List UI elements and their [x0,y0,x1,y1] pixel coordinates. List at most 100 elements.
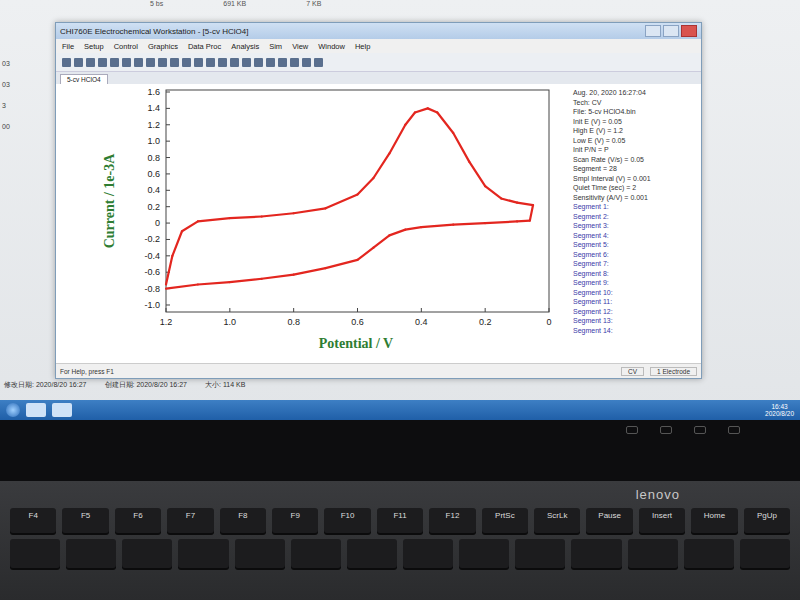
taskbar-app-icon[interactable] [52,403,72,417]
keyboard-key[interactable]: F11 [377,508,423,533]
keyboard-key[interactable]: Pause [586,508,632,533]
close-icon[interactable] [681,25,697,37]
tool-icon[interactable] [266,58,275,67]
tool-icon[interactable] [290,58,299,67]
cv-segment [501,198,517,202]
keyboard-key[interactable]: F10 [324,508,370,533]
document-tab[interactable]: 5-cv HClO4 [60,74,108,84]
info-panel: Aug. 20, 2020 16:27:04Tech: CVFile: 5-cv… [571,84,701,363]
run-timestamp: Aug. 20, 2020 16:27:04 [573,88,699,98]
keyboard-key[interactable] [122,539,172,568]
tool-icon[interactable] [242,58,251,67]
x-tick-label: 0.4 [415,317,428,327]
photo-scene: 5 bs691 KB7 KB0303300CHI760E Electrochem… [0,0,800,600]
keyboard-key[interactable] [235,539,285,568]
keyboard-key[interactable]: PrtSc [482,508,528,533]
menu-item[interactable]: Window [318,42,345,51]
keyboard-key[interactable] [515,539,565,568]
monitor-button-icon[interactable] [626,426,638,434]
keyboard-key[interactable]: F8 [220,508,266,533]
keyboard-key[interactable]: F9 [272,508,318,533]
y-tick-label: 1.2 [147,120,160,130]
keyboard-key[interactable]: Home [691,508,737,533]
cv-segment [453,133,469,162]
monitor-button-icon[interactable] [728,426,740,434]
tool-icon[interactable] [122,58,131,67]
tool-icon[interactable] [254,58,263,67]
segment-line: Segment 2: [573,212,699,222]
toolbar [56,53,701,72]
keyboard-key[interactable] [347,539,397,568]
explorer-item[interactable]: 03 [2,60,10,67]
keyboard-key[interactable]: F12 [429,508,475,533]
keyboard-key[interactable] [178,539,228,568]
menu-item[interactable]: View [292,42,308,51]
x-tick [549,308,550,312]
tool-icon[interactable] [314,58,323,67]
maximize-icon[interactable] [663,25,679,37]
keyboard-key[interactable]: F6 [115,508,161,533]
cv-segment [415,108,428,112]
menu-item[interactable]: Help [355,42,370,51]
keyboard-key[interactable]: F5 [62,508,108,533]
taskbar: 16:432020/8/20 [0,400,800,420]
menu-item[interactable]: Data Proc [188,42,221,51]
keyboard-key[interactable] [291,539,341,568]
explorer-item[interactable]: 00 [2,123,10,130]
tool-icon[interactable] [182,58,191,67]
tool-icon[interactable] [134,58,143,67]
tool-icon[interactable] [98,58,107,67]
keyboard-key[interactable]: ScrLk [534,508,580,533]
y-tick [166,304,170,305]
tool-icon[interactable] [146,58,155,67]
cv-segment [453,223,485,225]
minimize-icon[interactable] [645,25,661,37]
keyboard-key[interactable] [459,539,509,568]
menu-item[interactable]: Graphics [148,42,178,51]
menu-item[interactable]: File [62,42,74,51]
tool-icon[interactable] [278,58,287,67]
keyboard-key[interactable] [10,539,60,568]
y-tick-label: -0.8 [144,284,160,294]
clock[interactable]: 16:432020/8/20 [765,403,794,417]
monitor-button-icon[interactable] [694,426,706,434]
y-tick-label: 1.6 [147,87,160,97]
tool-icon[interactable] [194,58,203,67]
keyboard-key[interactable] [66,539,116,568]
taskbar-app-icon[interactable] [26,403,46,417]
keyboard-key[interactable]: PgUp [744,508,790,533]
tool-icon[interactable] [302,58,311,67]
explorer-item[interactable]: 03 [2,81,10,88]
keyboard-key[interactable] [403,539,453,568]
y-tick [166,141,170,142]
keyboard-key[interactable]: F7 [167,508,213,533]
menu-item[interactable]: Control [114,42,138,51]
tool-icon[interactable] [110,58,119,67]
explorer-item[interactable]: 3 [2,102,10,109]
tool-icon[interactable] [230,58,239,67]
x-tick [293,308,294,312]
start-icon[interactable] [6,403,20,417]
menu-item[interactable]: Sim [269,42,282,51]
keyboard-key[interactable] [684,539,734,568]
menu-item[interactable]: Setup [84,42,104,51]
window-title: CHI760E Electrochemical Workstation - [5… [60,27,248,36]
tool-icon[interactable] [170,58,179,67]
tool-icon[interactable] [74,58,83,67]
x-tick-label: 1.2 [160,317,173,327]
menu-item[interactable]: Analysis [231,42,259,51]
tool-icon[interactable] [86,58,95,67]
parameter-line: Smpl Interval (V) = 0.001 [573,174,699,184]
cv-segment [517,220,530,223]
cv-segment [530,205,533,221]
tool-icon[interactable] [158,58,167,67]
keyboard-key[interactable] [571,539,621,568]
tool-icon[interactable] [218,58,227,67]
keyboard-key[interactable]: F4 [10,508,56,533]
keyboard-key[interactable] [740,539,790,568]
keyboard-key[interactable] [628,539,678,568]
monitor-button-icon[interactable] [660,426,672,434]
tool-icon[interactable] [206,58,215,67]
tool-icon[interactable] [62,58,71,67]
keyboard-key[interactable]: Insert [639,508,685,533]
